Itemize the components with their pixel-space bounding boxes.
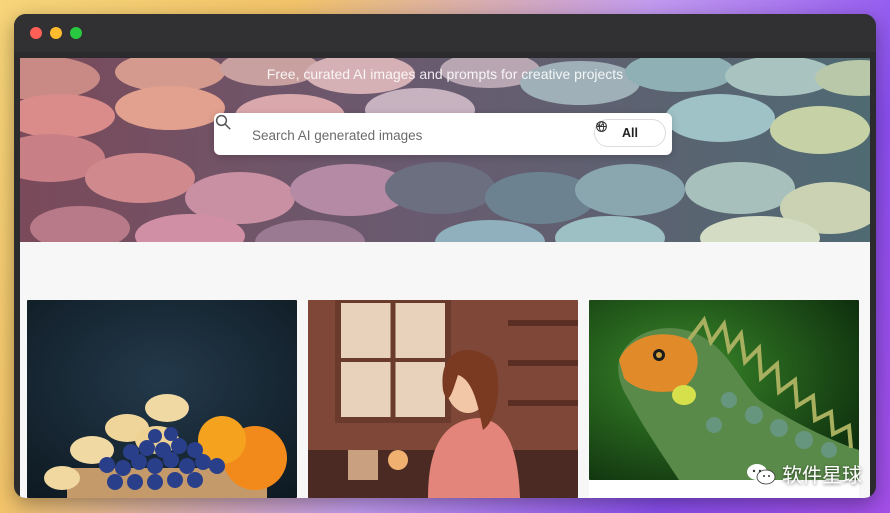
hero-banner: Free, curated AI images and prompts for … — [20, 58, 870, 242]
gallery-card-2[interactable] — [308, 300, 578, 498]
browser-window: Free, curated AI images and prompts for … — [14, 14, 876, 498]
gallery-card-3[interactable] — [589, 300, 859, 480]
iguana-image — [589, 300, 859, 480]
search-bar[interactable]: All — [214, 113, 672, 155]
watermark: 软件星球 — [746, 459, 862, 488]
hero-tagline: Free, curated AI images and prompts for … — [266, 66, 624, 82]
maximize-window-button[interactable] — [70, 27, 82, 39]
search-icon — [215, 114, 231, 130]
food-image — [27, 300, 297, 498]
filter-label: All — [622, 126, 638, 140]
close-window-button[interactable] — [30, 27, 42, 39]
search-input[interactable] — [250, 121, 584, 149]
gallery-card-1[interactable] — [27, 300, 297, 498]
minimize-window-button[interactable] — [50, 27, 62, 39]
portrait-image — [308, 300, 578, 498]
window-titlebar — [14, 14, 876, 52]
chevron-down-icon — [596, 123, 604, 128]
category-filter-dropdown[interactable]: All — [594, 119, 666, 147]
watermark-text: 软件星球 — [782, 465, 862, 487]
page-viewport: Free, curated AI images and prompts for … — [20, 58, 870, 498]
wechat-icon — [747, 463, 776, 484]
